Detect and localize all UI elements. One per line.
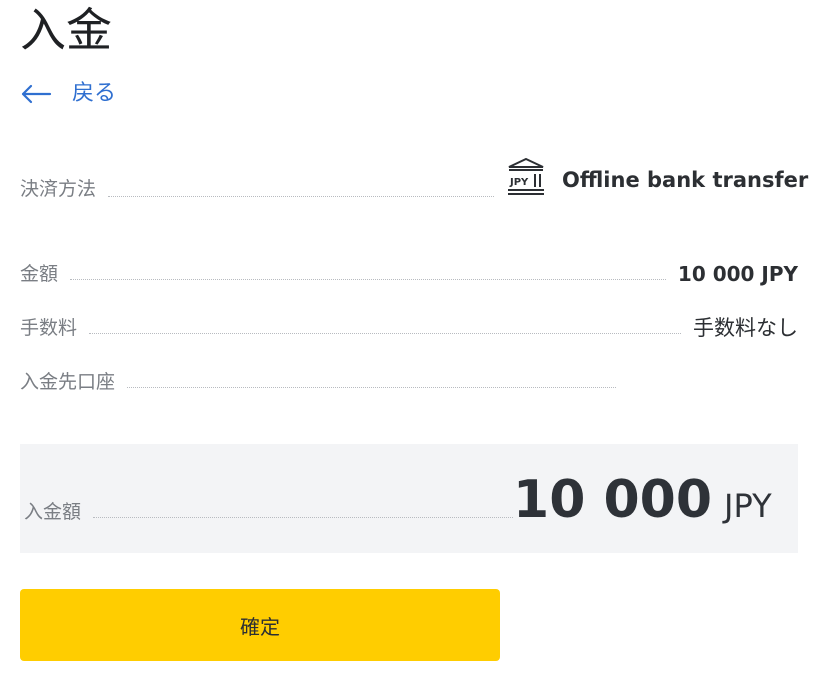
amount-label: 金額 — [20, 263, 59, 285]
deposit-account-row: 入金先口座 — [20, 370, 616, 394]
payment-method-row: 決済方法 JPY Offline bank transfer — [20, 157, 808, 201]
deposit-account-label: 入金先口座 — [20, 371, 116, 393]
dotted-leader — [93, 516, 514, 518]
payment-method-name: Offline bank transfer — [562, 167, 809, 192]
amount-value: 10 000 JPY — [677, 262, 798, 286]
fee-row: 手数料 手数料なし — [20, 316, 798, 340]
confirm-button[interactable]: 確定 — [20, 589, 500, 661]
page-title: 入金 — [20, 3, 112, 57]
fee-label: 手数料 — [20, 317, 78, 339]
total-currency: JPY — [724, 487, 772, 525]
dotted-leader — [127, 386, 616, 388]
arrow-left-icon — [20, 84, 52, 104]
back-link[interactable]: 戻る — [20, 78, 116, 110]
total-amount-number: 10 000 — [513, 470, 713, 530]
total-amount: 10 000 JPY — [513, 470, 772, 530]
payment-method-label: 決済方法 — [20, 178, 97, 200]
total-label: 入金額 — [24, 501, 82, 523]
total-row: 入金額 10 000 JPY — [24, 470, 772, 530]
dotted-leader — [70, 278, 666, 280]
fee-value: 手数料なし — [693, 316, 798, 340]
bank-icon: JPY — [506, 157, 546, 201]
dotted-leader — [89, 332, 681, 334]
bank-icon-text: JPY — [509, 177, 529, 188]
amount-row: 金額 10 000 JPY — [20, 262, 798, 286]
dotted-leader — [108, 195, 495, 197]
payment-method-value: JPY Offline bank transfer — [506, 157, 809, 201]
back-label: 戻る — [72, 81, 117, 106]
